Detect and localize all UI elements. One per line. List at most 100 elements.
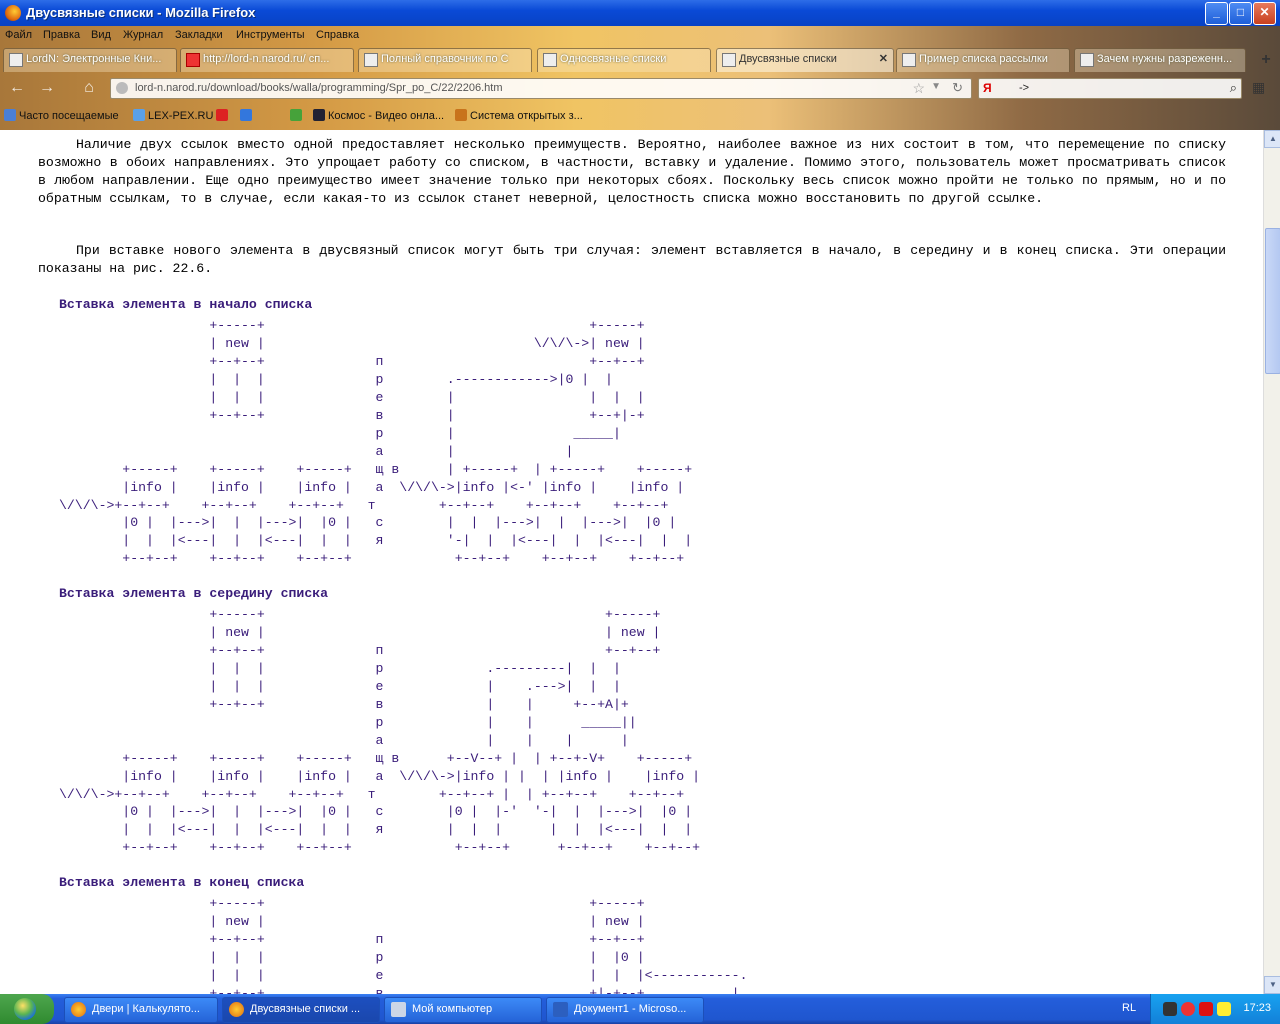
yandex-search-icon[interactable]: Я xyxy=(983,81,992,95)
window-titlebar[interactable]: Двусвязные списки - Mozilla Firefox _ □ … xyxy=(0,0,1280,26)
mail-icon xyxy=(216,109,228,121)
search-icon[interactable]: ⌕ xyxy=(1230,80,1237,96)
diagram-insert-end: +-----+ +-----+ | new | | new | +--+--+ … xyxy=(209,896,748,994)
menu-edit[interactable]: Правка xyxy=(43,29,80,41)
tab-label: Двусвязные списки xyxy=(739,53,837,65)
tab-label: Зачем нужны разреженн... xyxy=(1097,53,1233,65)
bookmark-mail[interactable] xyxy=(216,109,231,122)
tab-close-icon[interactable]: ✕ xyxy=(879,52,888,65)
paragraph-insert-cases: При вставке нового элемента в двусвязный… xyxy=(38,243,1226,276)
tab-strip: LordN: Электронные Кни... http://lord-n.… xyxy=(0,46,1280,74)
paragraph-advantages: Наличие двух ссылок вместо одной предост… xyxy=(38,137,1226,206)
network-icon[interactable] xyxy=(1163,1002,1177,1016)
page-icon xyxy=(9,53,23,67)
url-text[interactable]: lord-n.narod.ru/download/books/walla/pro… xyxy=(135,82,503,94)
bookmark-label: Космос - Видео онла... xyxy=(328,110,445,122)
browser-chrome: Файл Правка Вид Журнал Закладки Инструме… xyxy=(0,26,1280,130)
search-input[interactable]: -> xyxy=(1019,82,1029,94)
taskbar-item-doubly-linked[interactable]: Двусвязные списки ... xyxy=(222,997,380,1023)
taskbar-item-document1[interactable]: Документ1 - Microso... xyxy=(546,997,704,1023)
reload-icon[interactable]: ↻ xyxy=(952,80,963,96)
scroll-down-icon[interactable]: ▼ xyxy=(1264,976,1280,994)
taskbar-item-my-computer[interactable]: Мой компьютер xyxy=(384,997,542,1023)
word-icon xyxy=(553,1002,568,1017)
tab-mailing-list[interactable]: Пример списка рассылки xyxy=(896,48,1070,72)
page-icon xyxy=(543,53,557,67)
page-icon xyxy=(1080,53,1094,67)
bookmark-most-visited[interactable]: Часто посещаемые xyxy=(4,109,119,122)
tab-label: Полный справочник по С xyxy=(381,53,509,65)
navigation-toolbar: ← → ⌂ lord-n.narod.ru/download/books/wal… xyxy=(0,74,1280,102)
taskbar: Двери | Калькулято... Двусвязные списки … xyxy=(0,994,1280,1024)
at-icon xyxy=(240,109,252,121)
taskbar-item-doors[interactable]: Двери | Калькулято... xyxy=(64,997,218,1023)
tab-c-reference[interactable]: Полный справочник по С xyxy=(358,48,532,72)
diagram-insert-middle: +-----+ +-----+ | new | | new | +--+--+ … xyxy=(59,607,701,856)
tab-label: Пример списка рассылки xyxy=(919,53,1048,65)
scrollbar-thumb[interactable] xyxy=(1265,228,1280,374)
mail-agent-icon[interactable] xyxy=(1181,1002,1195,1016)
yandex-icon xyxy=(186,53,200,67)
tab-label: LordN: Электронные Кни... xyxy=(26,53,162,65)
diagram-insert-start: +-----+ +-----+ | new | \/\/\->| new | +… xyxy=(59,318,693,567)
menu-view[interactable]: Вид xyxy=(91,29,111,41)
new-tab-button[interactable]: + xyxy=(1256,50,1276,70)
back-button[interactable]: ← xyxy=(6,77,28,99)
tab-label: http://lord-n.narod.ru/ сп... xyxy=(203,53,330,65)
maximize-button[interactable]: □ xyxy=(1229,2,1252,25)
bookmark-label: Часто посещаемые xyxy=(19,110,119,122)
bookmark-open-system[interactable]: Система открытых з... xyxy=(455,109,583,122)
bookmark-lex-pex[interactable]: LEX-PEX.RU xyxy=(133,109,213,122)
bookmark-puzzle[interactable] xyxy=(290,109,305,122)
tab-sparse[interactable]: Зачем нужны разреженн... xyxy=(1074,48,1246,72)
tab-lordn[interactable]: LordN: Электронные Кни... xyxy=(3,48,177,72)
tab-singly-linked[interactable]: Односвязные списки xyxy=(537,48,711,72)
section-heading-insert-middle: Вставка элемента в середину списка xyxy=(59,586,329,601)
search-bar[interactable]: Я -> ⌕ xyxy=(978,78,1242,99)
menu-bookmarks[interactable]: Закладки xyxy=(175,29,223,41)
section-heading-insert-end: Вставка элемента в конец списка xyxy=(59,875,305,890)
toolbar-extension-icon[interactable]: ▦ xyxy=(1252,79,1272,97)
task-label: Мой компьютер xyxy=(412,1003,493,1015)
clock[interactable]: 17:23 xyxy=(1243,1002,1271,1014)
system-tray: 17:23 xyxy=(1150,994,1280,1024)
notes-icon[interactable] xyxy=(1217,1002,1231,1016)
computer-icon xyxy=(391,1002,406,1017)
books-icon xyxy=(455,109,467,121)
vertical-scrollbar[interactable]: ▲ ▼ xyxy=(1263,130,1280,994)
bookmarks-toolbar: Часто посещаемые LEX-PEX.RU Космос - Вид… xyxy=(0,104,1280,128)
section-heading-insert-start: Вставка элемента в начало списка xyxy=(59,297,313,312)
space-icon xyxy=(313,109,325,121)
menu-help[interactable]: Справка xyxy=(316,29,359,41)
firefox-icon xyxy=(5,5,21,21)
url-bar[interactable]: lord-n.narod.ru/download/books/walla/pro… xyxy=(110,78,972,99)
page-content[interactable]: Наличие двух ссылок вместо одной предост… xyxy=(0,130,1263,994)
page-icon xyxy=(722,53,736,67)
page-icon xyxy=(364,53,378,67)
language-indicator[interactable]: RL xyxy=(1122,1002,1136,1014)
home-icon[interactable]: ⌂ xyxy=(78,77,100,99)
bookmark-at[interactable] xyxy=(240,109,255,122)
firefox-icon xyxy=(229,1002,244,1017)
site-identity-icon[interactable] xyxy=(116,82,128,94)
menu-file[interactable]: Файл xyxy=(5,29,32,41)
tab-doubly-linked[interactable]: Двусвязные списки ✕ xyxy=(716,48,894,72)
menu-history[interactable]: Журнал xyxy=(123,29,163,41)
minimize-button[interactable]: _ xyxy=(1205,2,1228,25)
puzzle-icon xyxy=(290,109,302,121)
close-button[interactable]: ✕ xyxy=(1253,2,1276,25)
antivirus-icon[interactable] xyxy=(1199,1002,1213,1016)
start-button[interactable] xyxy=(0,994,54,1024)
firefox-icon xyxy=(71,1002,86,1017)
star-icon xyxy=(4,109,16,121)
menu-tools[interactable]: Инструменты xyxy=(236,29,305,41)
window-title: Двусвязные списки - Mozilla Firefox xyxy=(26,5,256,20)
windows-logo-icon xyxy=(14,998,36,1020)
forward-button[interactable]: → xyxy=(36,77,58,99)
bookmark-star-icon[interactable]: ☆ xyxy=(912,80,925,97)
tab-lord-n-url[interactable]: http://lord-n.narod.ru/ сп... xyxy=(180,48,354,72)
url-dropdown-icon[interactable]: ▼ xyxy=(931,81,941,92)
task-label: Документ1 - Microso... xyxy=(574,1003,687,1015)
bookmark-cosmos[interactable]: Космос - Видео онла... xyxy=(313,109,444,122)
scroll-up-icon[interactable]: ▲ xyxy=(1264,130,1280,148)
